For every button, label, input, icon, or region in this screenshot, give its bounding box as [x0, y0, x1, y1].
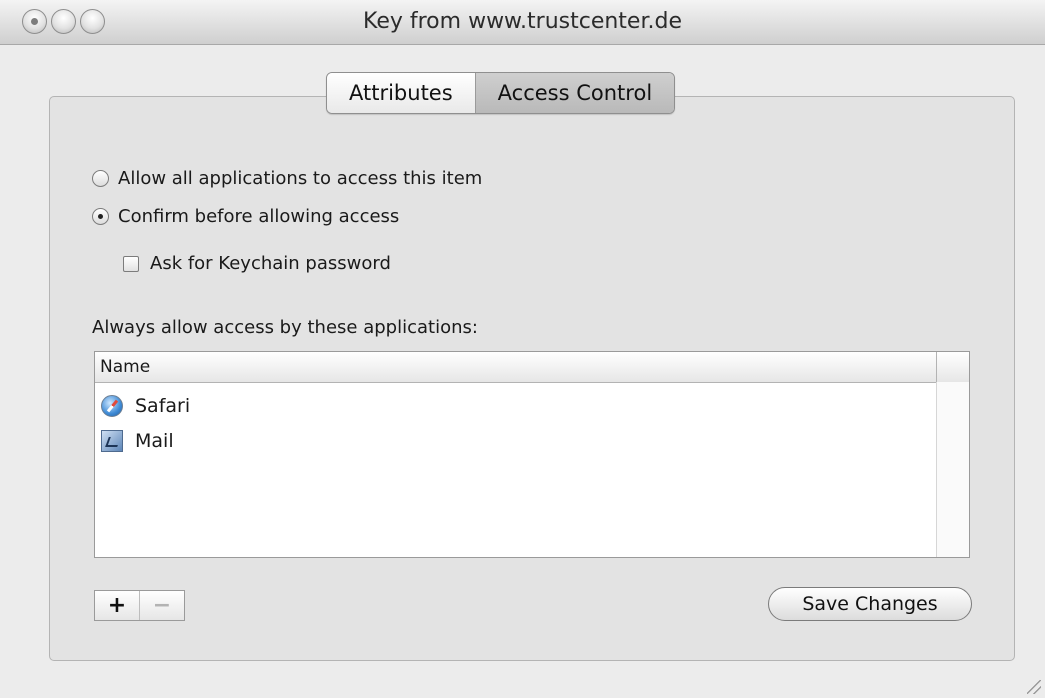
allow-all-option[interactable]: Allow all applications to access this it… [92, 168, 482, 189]
app-name: Mail [135, 430, 174, 452]
table-header: Name [95, 352, 969, 383]
remove-app-button[interactable]: − [139, 591, 184, 620]
table-row[interactable]: Mail [101, 425, 174, 457]
resize-grip-icon[interactable] [1027, 680, 1041, 694]
ask-password-option[interactable]: Ask for Keychain password [123, 253, 391, 274]
confirm-option[interactable]: Confirm before allowing access [92, 206, 399, 227]
add-app-button[interactable]: + [95, 591, 139, 620]
keychain-item-window: Key from www.trustcenter.de Attributes A… [0, 0, 1045, 698]
table-row[interactable]: Safari [101, 390, 190, 422]
ask-password-checkbox[interactable] [123, 255, 139, 272]
add-remove-control: + − [94, 590, 185, 621]
scrollbar-track[interactable] [936, 382, 969, 557]
mail-icon [101, 430, 123, 452]
title-bar[interactable]: Key from www.trustcenter.de [0, 0, 1045, 45]
ask-password-label: Ask for Keychain password [150, 253, 391, 274]
tab-access-control[interactable]: Access Control [474, 73, 675, 113]
allow-all-label: Allow all applications to access this it… [118, 168, 483, 189]
confirm-label: Confirm before allowing access [118, 206, 400, 227]
window-title: Key from www.trustcenter.de [363, 9, 682, 34]
tab-attributes[interactable]: Attributes [327, 73, 475, 113]
tab-bar: Attributes Access Control [326, 72, 676, 114]
apps-list-label: Always allow access by these application… [92, 317, 478, 338]
app-name: Safari [135, 395, 191, 417]
confirm-radio[interactable] [92, 208, 109, 225]
apps-table: Name Safari Mail [94, 351, 970, 558]
safari-icon [101, 395, 123, 417]
allow-all-radio[interactable] [92, 170, 109, 187]
column-header-name[interactable]: Name [95, 352, 937, 382]
save-changes-button[interactable]: Save Changes [768, 587, 972, 621]
